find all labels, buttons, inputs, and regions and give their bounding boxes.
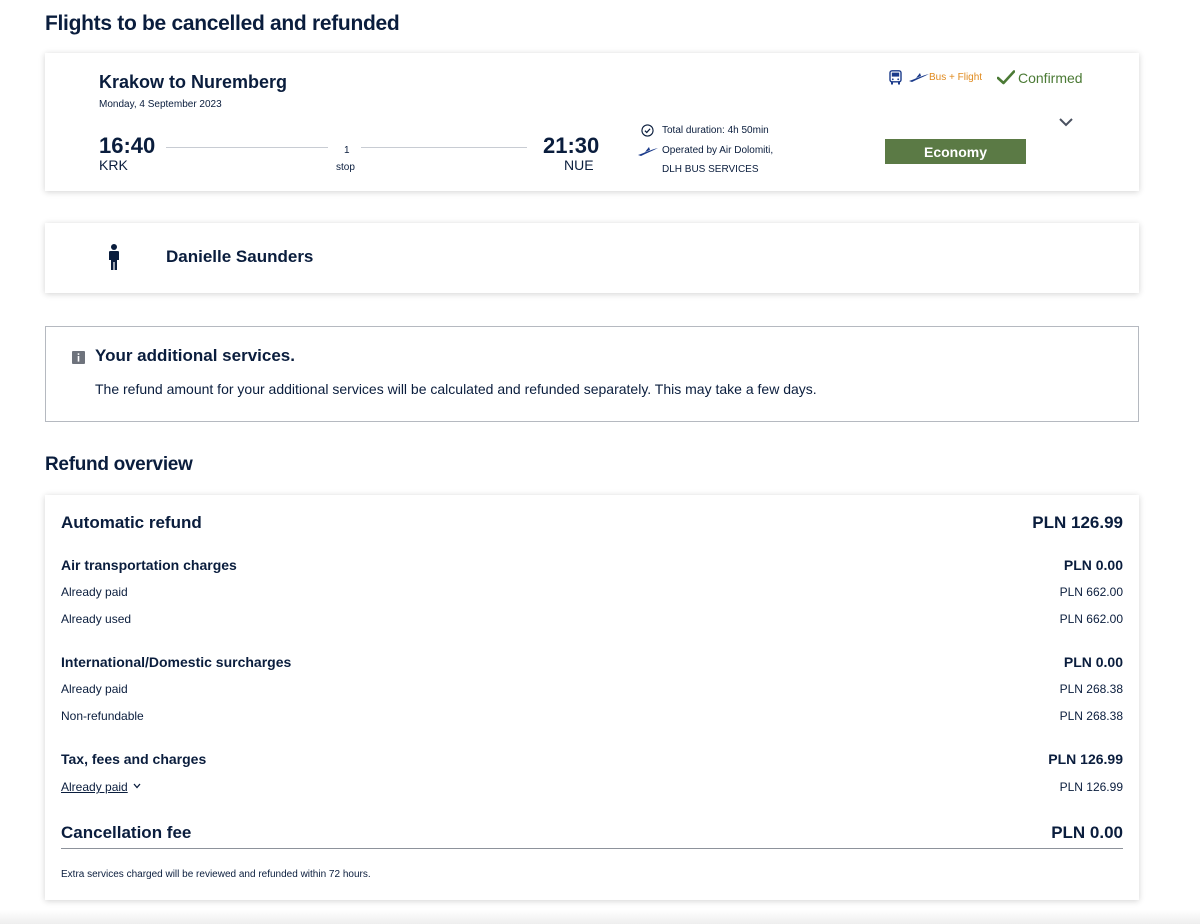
- tax-paid-link[interactable]: Already paid: [61, 780, 128, 794]
- air-used-amount: PLN 662.00: [1059, 612, 1123, 626]
- bus-icon: [889, 70, 902, 85]
- clock-check-icon: [641, 124, 654, 137]
- route-line: [361, 147, 527, 148]
- booking-status: Confirmed: [1018, 70, 1083, 86]
- cancellation-fee-amount: PLN 0.00: [1051, 823, 1123, 842]
- airline-logo-icon: [638, 147, 658, 156]
- air-charges-label: Air transportation charges: [61, 557, 237, 573]
- refund-overview-card: Automatic refund PLN 126.99 Air transpor…: [45, 495, 1139, 900]
- refund-footnote: Extra services charged will be reviewed …: [61, 869, 371, 880]
- airline-logo-icon: [909, 73, 929, 82]
- operated-by: Operated by Air Dolomiti,: [662, 145, 774, 156]
- air-charges-amount: PLN 0.00: [1063, 557, 1123, 573]
- tax-label: Tax, fees and charges: [61, 751, 207, 767]
- stops-count: 1: [344, 145, 350, 156]
- air-used-label: Already used: [61, 612, 132, 626]
- surcharges-nonrefundable-label: Non-refundable: [61, 709, 144, 723]
- tax-amount: PLN 126.99: [1048, 751, 1123, 767]
- surcharges-paid-label: Already paid: [61, 682, 128, 696]
- operated-by-2: DLH BUS SERVICES: [662, 164, 759, 175]
- passenger-card: Danielle Saunders: [45, 223, 1139, 293]
- cancellation-fee-label: Cancellation fee: [61, 823, 192, 842]
- departure-airport-code: KRK: [99, 157, 128, 173]
- air-paid-label: Already paid: [61, 585, 128, 599]
- surcharges-paid-amount: PLN 268.38: [1059, 682, 1123, 696]
- chevron-down-icon[interactable]: [133, 783, 141, 789]
- page-bottom-shadow: [0, 910, 1200, 924]
- notice-text: The refund amount for your additional se…: [95, 381, 817, 397]
- tax-paid-amount: PLN 126.99: [1059, 780, 1123, 794]
- flight-card: Krakow to Nuremberg Monday, 4 September …: [45, 53, 1139, 191]
- cabin-class-badge: Economy: [885, 139, 1026, 164]
- divider: [61, 848, 1123, 849]
- automatic-refund-amount: PLN 126.99: [1032, 513, 1123, 532]
- passenger-name: Danielle Saunders: [166, 247, 314, 266]
- trip-type-label: Bus + Flight: [929, 72, 983, 83]
- checkmark-icon: [997, 70, 1015, 85]
- surcharges-nonrefundable-amount: PLN 268.38: [1059, 709, 1123, 723]
- notice-title: Your additional services.: [95, 346, 295, 365]
- person-icon: [109, 244, 119, 270]
- flight-date: Monday, 4 September 2023: [99, 99, 222, 110]
- route-line: [166, 147, 328, 148]
- stops-label: stop: [336, 162, 355, 173]
- flight-route: Krakow to Nuremberg: [99, 72, 288, 92]
- departure-time: 16:40: [99, 133, 156, 158]
- arrival-time: 21:30: [543, 133, 600, 158]
- surcharges-amount: PLN 0.00: [1063, 654, 1123, 670]
- info-icon: [72, 351, 85, 364]
- surcharges-label: International/Domestic surcharges: [61, 654, 292, 670]
- air-paid-amount: PLN 662.00: [1059, 585, 1123, 599]
- arrival-airport-code: NUE: [564, 157, 594, 173]
- chevron-down-icon[interactable]: [1058, 117, 1074, 127]
- refund-overview-heading: Refund overview: [45, 454, 193, 475]
- automatic-refund-label: Automatic refund: [61, 513, 202, 532]
- total-duration: Total duration: 4h 50min: [662, 125, 769, 136]
- additional-services-notice: Your additional services. The refund amo…: [45, 326, 1139, 422]
- page-title: Flights to be cancelled and refunded: [45, 12, 400, 35]
